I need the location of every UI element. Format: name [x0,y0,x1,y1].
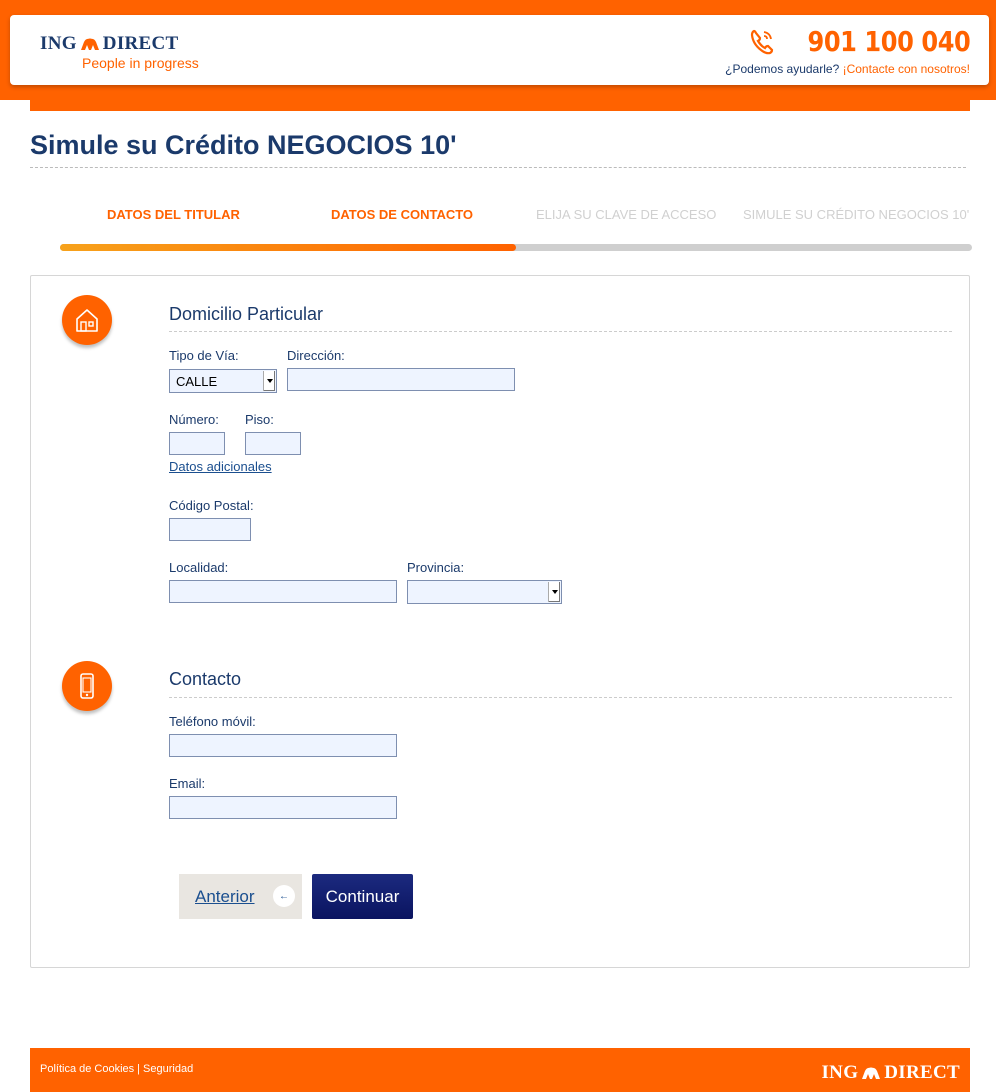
footer-ing-direct-logo[interactable]: ING DIRECT [821,1062,960,1084]
progress-bar-fill [60,244,516,251]
email-label: Email: [169,776,206,791]
cookies-policy-link[interactable]: Política de Cookies [40,1063,134,1075]
form-panel: Domicilio Particular Tipo de Vía: CALLE … [30,275,970,968]
anterior-button[interactable]: Anterior ← [179,874,302,919]
security-link[interactable]: Seguridad [143,1063,193,1075]
footer-separator: | [137,1063,141,1075]
arrow-left-icon: ← [273,885,295,907]
telefono-movil-input[interactable] [169,734,397,757]
direccion-input[interactable] [287,368,515,391]
header-background-strip [30,86,970,111]
step-indicator: DATOS DEL TITULAR DATOS DE CONTACTO ELIJ… [60,207,972,227]
step-datos-contacto: DATOS DE CONTACTO [331,207,474,222]
phone-handset-icon [750,29,773,54]
logo-tagline: People in progress [82,55,199,71]
chevron-down-icon [263,371,275,391]
section-divider [169,331,952,332]
telefono-movil-label: Teléfono móvil: [169,714,256,729]
help-question: ¿Podemos ayudarle? [725,62,840,76]
footer-logo-text-direct: DIRECT [884,1062,960,1083]
email-input[interactable] [169,796,397,819]
localidad-label: Localidad: [169,560,229,575]
step-datos-titular: DATOS DEL TITULAR [107,207,240,222]
page-title: Simule su Crédito NEGOCIOS 10' [30,130,966,168]
anterior-button-label: Anterior [195,886,255,906]
footer-logo-text-ing: ING [821,1062,859,1083]
numero-input[interactable] [169,432,225,455]
tipo-via-select[interactable]: CALLE [169,369,277,393]
step-simule-credito: SIMULE SU CRÉDITO NEGOCIOS 10' [743,207,970,222]
ing-direct-logo[interactable]: ING DIRECT People in progress [40,33,199,71]
codigo-postal-input[interactable] [169,518,251,541]
lion-icon [862,1067,881,1079]
tipo-via-selected: CALLE [176,374,218,389]
chevron-down-icon [548,582,560,602]
provincia-label: Provincia: [407,560,465,575]
header-bar: ING DIRECT People in progress 901 100 04… [10,15,989,85]
tipo-via-label: Tipo de Vía: [169,348,239,363]
logo-text-ing: ING [40,33,77,54]
section-divider [169,697,952,698]
localidad-input[interactable] [169,580,397,603]
numero-label: Número: [169,412,219,427]
continuar-button[interactable]: Continuar [312,874,413,919]
section-title-contacto: Contacto [169,669,242,689]
logo-text-direct: DIRECT [102,33,179,54]
house-icon [62,295,112,345]
contact-us-link[interactable]: ¡Contacte con nosotros! [843,62,970,76]
footer: Política de Cookies | Seguridad ING DIRECT [30,1048,970,1092]
direccion-label: Dirección: [287,348,345,363]
contact-block: 901 100 040 ¿Podemos ayudarle? ¡Contacte… [725,25,970,76]
mobile-phone-icon [62,661,112,711]
piso-input[interactable] [245,432,301,455]
section-title-domicilio: Domicilio Particular [169,304,324,324]
step-clave-acceso: ELIJA SU CLAVE DE ACCESO [536,207,717,222]
datos-adicionales-link[interactable]: Datos adicionales [169,459,272,474]
phone-number[interactable]: 901 100 040 [807,25,970,58]
codigo-postal-label: Código Postal: [169,498,254,513]
progress-bar [60,244,972,251]
piso-label: Piso: [245,412,274,427]
provincia-select[interactable] [407,580,562,604]
lion-icon [80,38,99,50]
